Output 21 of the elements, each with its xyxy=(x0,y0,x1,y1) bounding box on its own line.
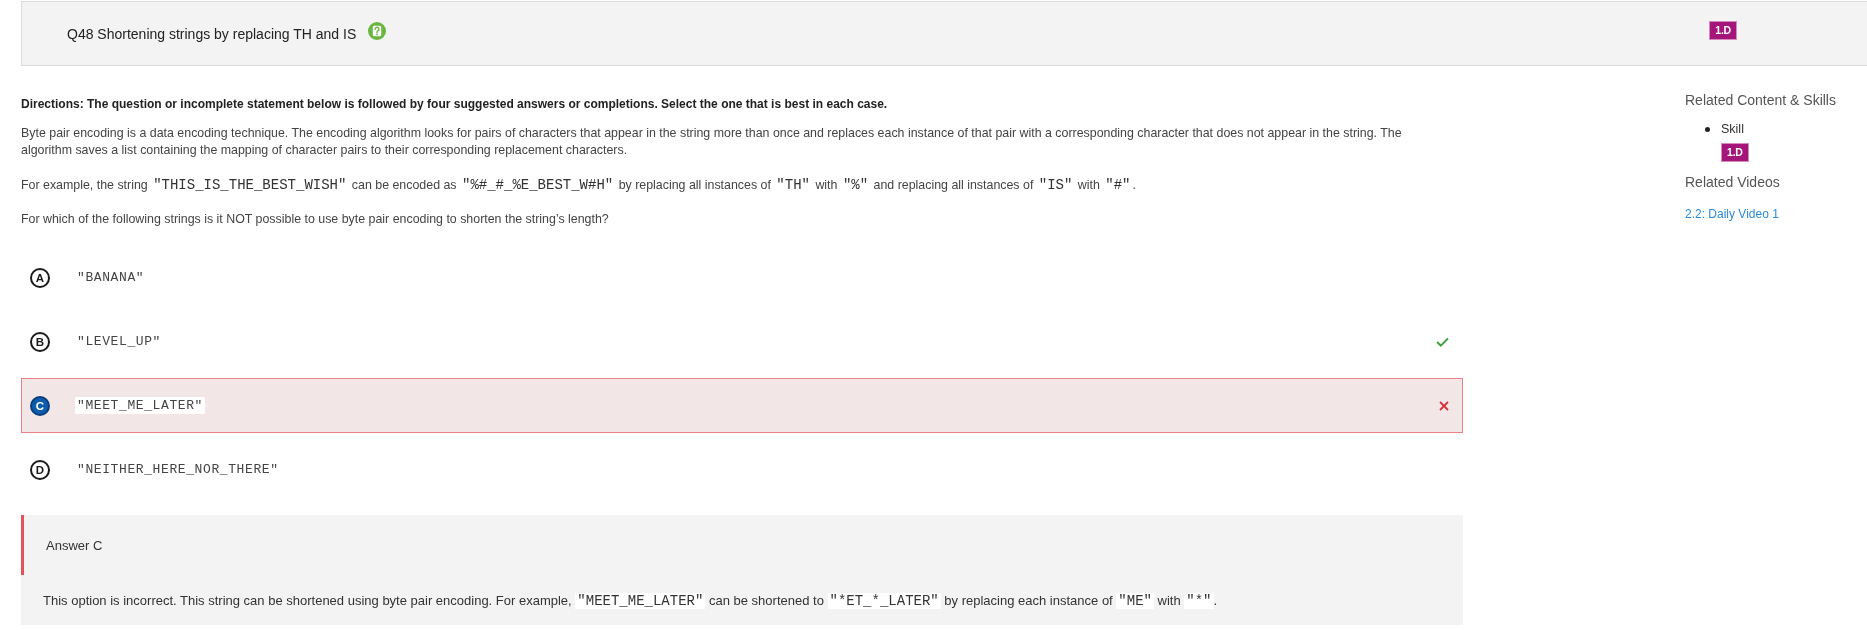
explanation-text: This option is incorrect. This string can be shortened using byte pair encoding. For example, "MEET_ME_LATER" can be shortened to "*ET_*_LATER" by replacing each instance of "ME" with "*". xyxy=(42,592,1219,611)
option-letter[interactable]: C xyxy=(30,395,50,416)
question-paragraph: Byte pair encoding is a data encoding technique. The encoding algorithm looks for pairs of characters that appear in the string more than once and replaces each instance of that pair with a corresponding character that does not appear in the string. The algorithm saves a list containing the mapping of character pairs to their corresponding replacement characters. xyxy=(21,125,1403,159)
question-paragraph: For which of the following strings is it NOT possible to use byte pair encoding to shorten the string’s length? xyxy=(21,211,610,228)
directions-text: Directions: The question or incomplete statement below is followed by four suggested answers or completions. Select the one that is best in each case. xyxy=(21,96,889,113)
option-letter[interactable]: A xyxy=(30,267,50,288)
selected-option-highlight[interactable]: C "MEET_ME_LATER" xyxy=(21,378,1463,433)
skill-badge: 1.D xyxy=(1709,20,1737,40)
sidebar-heading: Related Content & Skills xyxy=(1685,91,1836,109)
help-icon[interactable] xyxy=(368,22,387,40)
option-letter[interactable]: B xyxy=(30,331,50,352)
video-link[interactable]: 2.2: Daily Video 1 xyxy=(1685,205,1779,223)
question-paragraph: For example, the string "THIS_IS_THE_BEST_WISH" can be encoded as "%#_#_%E_BEST_W#H" by replacing all instances of "TH" with "%" and replacing all instances of "IS" with "#". xyxy=(21,176,1137,195)
bullet-icon xyxy=(1705,126,1710,132)
skill-label: Skill xyxy=(1721,121,1744,138)
skill-badge: 1.D xyxy=(1721,143,1749,162)
option-letter[interactable]: D xyxy=(30,459,50,480)
sidebar-heading: Related Videos xyxy=(1685,173,1780,191)
answer-heading: Answer C xyxy=(21,515,1463,575)
question-title: Q48 Shortening strings by replacing TH and IS xyxy=(67,25,357,42)
option-text: "MEET_ME_LATER" xyxy=(75,397,206,414)
